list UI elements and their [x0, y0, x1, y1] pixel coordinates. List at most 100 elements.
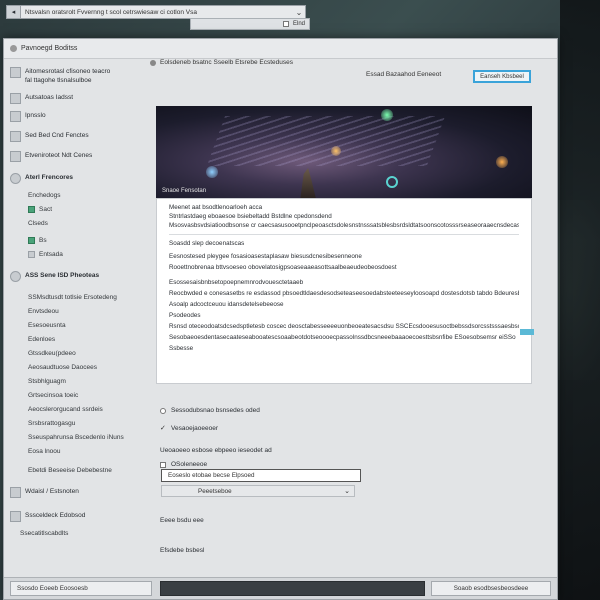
panel-line: Meenet aat bsodtlenoarloeh acca: [169, 204, 263, 211]
desktop-edge: [560, 0, 600, 600]
panel-line: Stntrlastdaeg eboaesoe bsiebeltadd Bstdl…: [169, 213, 332, 220]
status-dot-icon: [28, 237, 35, 244]
option-text: Ueoaoeeo esbose ebpeeo ieseodet ad: [160, 447, 272, 454]
checkmark-icon[interactable]: ✓: [160, 425, 166, 432]
dropdown-select[interactable]: Peeetseboe ⌄: [161, 485, 355, 497]
checkbox-icon[interactable]: [160, 461, 166, 468]
document-icon: [10, 67, 21, 78]
sidebar-item-label: Sed Bed Cnd Fenctes: [25, 132, 89, 139]
sidebar-subitem[interactable]: SSMsdtusdt totlsie Ersotedeng: [10, 293, 138, 302]
status-bar: Ssosdo Eoeeb Eoosoesb Soaob esodbsesbeos…: [4, 577, 557, 599]
option-label: Sessodubsnao bsnsedes oded: [171, 407, 260, 414]
sidebar-item-5[interactable]: Etveniroteot Ndt Cenes: [10, 151, 138, 163]
settings-icon: [10, 151, 21, 162]
sidebar-subitem[interactable]: Grtsecinsoa toeic: [10, 391, 138, 400]
panel-line: Eesnostesed pleygee fosasioasestaplasaw …: [169, 253, 362, 260]
sidebar-item-label: Wdaisl / Estsnoten: [25, 488, 79, 495]
panel-line: Sesobaeoesdentasecaateseabooatescsoaabeo…: [169, 334, 516, 341]
sidebar-section-title: Aterl Frencores: [25, 174, 74, 181]
toolbar-checkbox[interactable]: [282, 21, 289, 27]
sidebar-subitem[interactable]: Srsbsrattogasgu: [10, 419, 138, 428]
sidebar-item-label: Ipnsslo: [25, 112, 46, 119]
gear-icon: [10, 173, 21, 184]
sidebar-subitem[interactable]: Edenloes: [10, 335, 138, 344]
sidebar-subitem[interactable]: Ssecatitlscabdlts: [10, 529, 138, 538]
option-checkbox[interactable]: OSoleneeoe: [160, 461, 207, 468]
sidebar-subitem[interactable]: Aeosaudtuose Daocees: [10, 363, 138, 372]
divider: [169, 234, 519, 235]
sidebar-subitem[interactable]: Eosa lnoou: [10, 447, 138, 456]
sidebar-subitem[interactable]: Gtssdkeu(pdeeo: [10, 349, 138, 358]
sidebar-item-1[interactable]: Aitomesrotasl cfisoneo teacro fal ttagohe…: [10, 67, 138, 85]
sidebar-bottom-item-1[interactable]: Wdaisl / Estsnoten: [10, 487, 138, 499]
hero-grid: [206, 116, 446, 166]
window-title: Pavnoegd Boditss: [21, 45, 78, 52]
app-icon: [10, 45, 17, 52]
hero-light: [381, 109, 393, 121]
file-icon: [10, 511, 21, 522]
hero-image: Snaoe Fensotan: [156, 106, 532, 198]
sidebar-subitem[interactable]: Clseds: [10, 219, 138, 228]
status-progress-track: [160, 581, 425, 596]
sidebar-subitem[interactable]: Enchedogs: [10, 191, 138, 200]
app-window: Pavnoegd Boditss Aitomesrotasl cfisoneo …: [3, 38, 558, 600]
link-badge-icon[interactable]: [520, 329, 534, 335]
text-field[interactable]: Eoseslo etobae becse Elpsoed: [161, 469, 361, 482]
status-right[interactable]: Soaob esodbsesbeosdeee: [431, 581, 551, 596]
sidebar-bottom-item-2[interactable]: Sssceldeck Edobsod: [10, 511, 138, 523]
sidebar-subitem[interactable]: Bs: [10, 236, 138, 245]
chevron-down-icon[interactable]: ⌄: [293, 8, 305, 17]
primary-button[interactable]: Eanseh Kbsbeel: [473, 70, 531, 83]
gear-icon: [10, 271, 21, 282]
url-text[interactable]: Ntsvalsn oratsrolt Fvvernng t scol cetrs…: [21, 9, 293, 16]
option-check[interactable]: ✓ Vesaoejaoeeoer: [160, 425, 218, 433]
option-radio[interactable]: Sessodubsnao bsnsedes oded: [160, 407, 260, 414]
sidebar-item-label: Aitomesrotasl cfisoneo teacro: [25, 68, 111, 75]
sidebar-subitem[interactable]: Entsada: [10, 250, 138, 259]
hero-rock: [300, 168, 316, 198]
option-label: Vesaoejaoeeoer: [171, 425, 218, 432]
sidebar-subitem[interactable]: Esesoeusnta: [10, 321, 138, 330]
panel-line: Soasdd slep decoenatscas: [169, 240, 245, 247]
hero-ring: [386, 176, 398, 188]
list-icon: [10, 131, 21, 142]
main-content: Eolsdeneb bsatnc Sseelb Etsrebe Ecstedus…: [144, 59, 559, 599]
sidebar-section-title: ASS Sene ISD Pheoteas: [25, 272, 100, 279]
hero-light: [496, 156, 508, 168]
panel-line: Rsnsd oteceodoatsdcsedsptletesb coscec d…: [169, 323, 519, 330]
radio-icon[interactable]: [160, 407, 166, 414]
details-panel: Meenet aat bsodtlenoarloeh acca Stntrlas…: [156, 198, 532, 384]
secondary-toolbar: Elnd: [190, 18, 310, 30]
sidebar-subitem[interactable]: Sseuspahrunsa Bscedenlo iNuns: [10, 433, 138, 442]
sidebar-section-frencores[interactable]: Aterl Frencores: [10, 173, 138, 185]
sidebar-subitem[interactable]: Aeocslerorgucand ssrdeis: [10, 405, 138, 414]
box-icon: [28, 251, 35, 258]
status-dot-icon: [28, 206, 35, 213]
sidebar-item-label: Sssceldeck Edobsod: [25, 512, 86, 519]
sidebar-subitem-label: Entsada: [39, 251, 63, 258]
sidebar-item-3[interactable]: Ipnsslo: [10, 111, 138, 123]
sidebar-section-title[interactable]: Ebetdi Beseeise Debebestne: [10, 466, 138, 475]
chevron-down-icon[interactable]: ⌄: [344, 487, 350, 495]
back-icon[interactable]: ◂: [7, 6, 21, 18]
sidebar-item-sublabel: fal ttagohe tlsnalsulboe: [25, 77, 92, 84]
sidebar-subitem[interactable]: Sact: [10, 205, 138, 214]
status-left[interactable]: Ssosdo Eoeeb Eoosoesb: [10, 581, 152, 596]
sidebar-item-label: Autsatoas Iadsst: [25, 94, 74, 101]
sidebar-subitem[interactable]: Stsbhlguagm: [10, 377, 138, 386]
folder-icon: [10, 93, 21, 104]
lower-label-1: Eeee bsdu eee: [160, 517, 204, 524]
image-icon: [10, 487, 21, 498]
content-subheader: Essad Bazaahod Eeneeot: [366, 71, 442, 78]
panel-line: Rooettnobrenaa bttvsoeseo obovelatosigps…: [169, 264, 397, 271]
sidebar-item-2[interactable]: Autsatoas Iadsst: [10, 93, 138, 105]
panel-line: Reocbwded e conesasetbs re esdassod pbso…: [169, 290, 519, 297]
sidebar-subitem-label: Bs: [39, 237, 47, 244]
sidebar-section-pheoteas[interactable]: ASS Sene ISD Pheoteas: [10, 271, 138, 283]
panel-line: Esossesaisbnbsetopoepnemnrodvouesctetaae…: [169, 279, 304, 286]
dropdown-value: Peeetseboe: [198, 488, 232, 495]
lower-label-2: Efsdebe bsbesl: [160, 547, 205, 554]
address-bar[interactable]: ◂ Ntsvalsn oratsrolt Fvvernng t scol cet…: [6, 5, 306, 19]
sidebar-item-4[interactable]: Sed Bed Cnd Fenctes: [10, 131, 138, 143]
sidebar-subitem[interactable]: Envtsdeou: [10, 307, 138, 316]
